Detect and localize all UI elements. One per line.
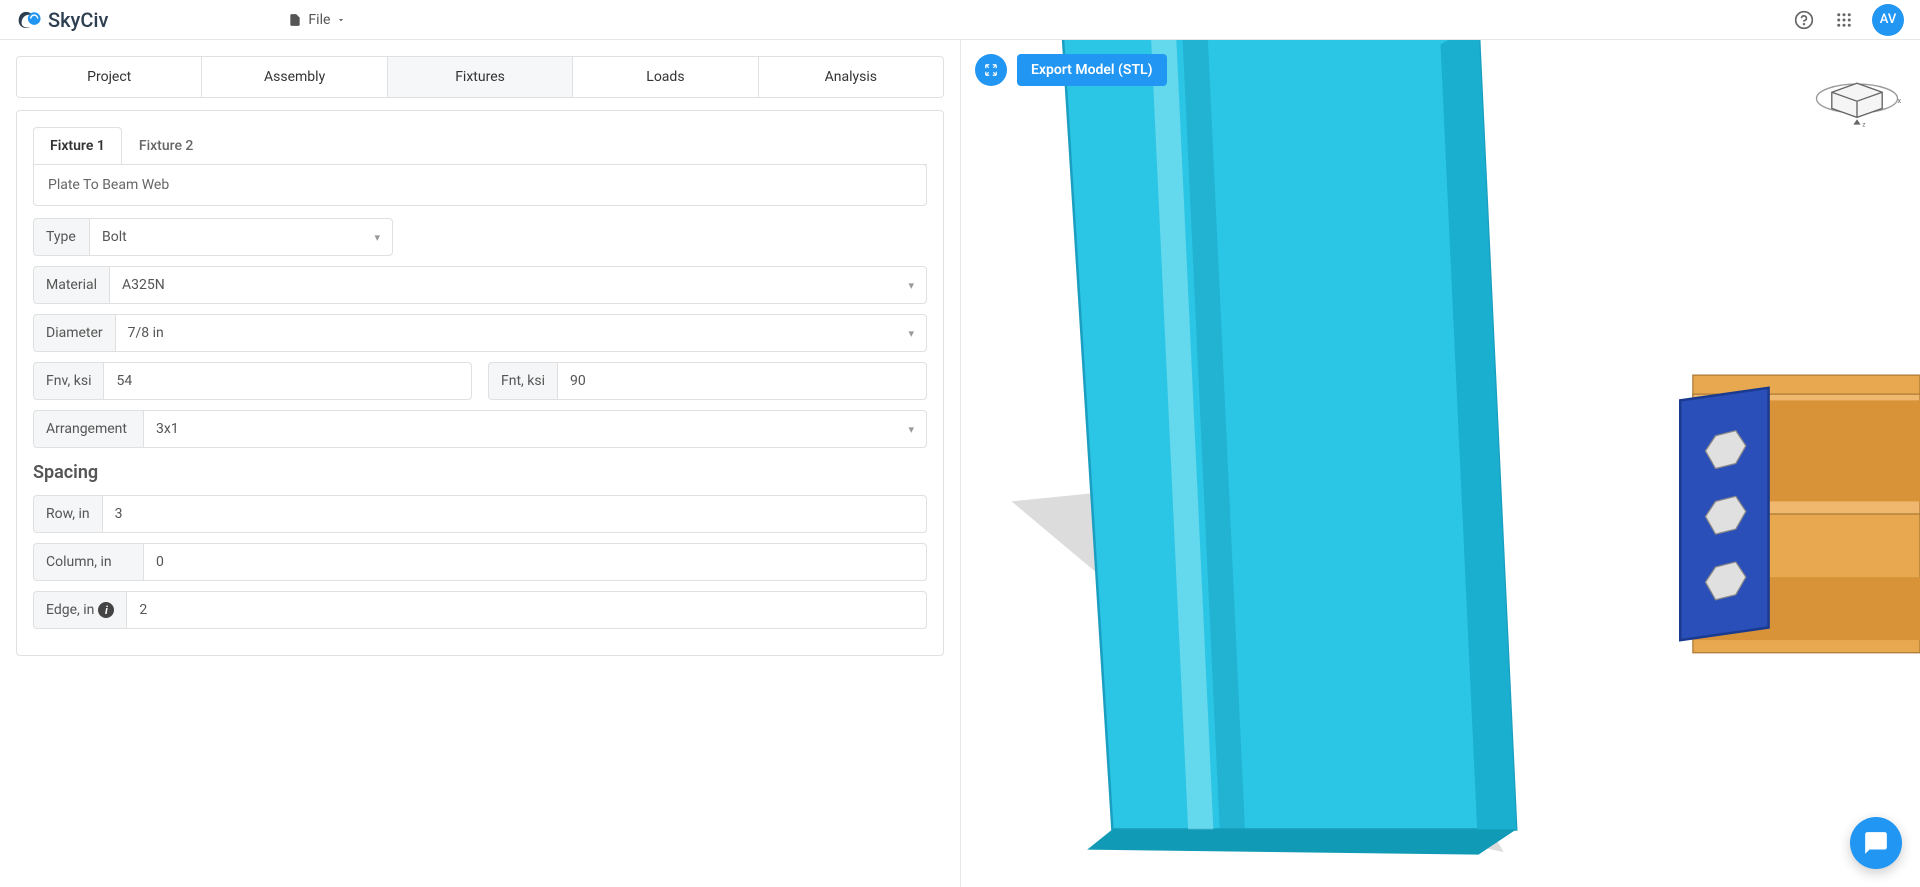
dropdown-type[interactable]: Bolt ▾ <box>89 218 393 256</box>
tab-loads[interactable]: Loads <box>573 57 758 97</box>
label-fnv: Fnv, ksi <box>33 362 103 400</box>
chevron-down-icon: ▾ <box>908 327 914 340</box>
file-icon <box>288 13 302 27</box>
topbar: SkyCiv File AV <box>0 0 1920 40</box>
fixtures-panel: Fixture 1 Fixture 2 Plate To Beam Web Ty… <box>16 110 944 656</box>
label-material: Material <box>33 266 109 304</box>
label-arrangement: Arrangement <box>33 410 143 448</box>
input-row[interactable]: 3 <box>102 495 927 533</box>
spacing-heading: Spacing <box>33 462 927 483</box>
tab-analysis[interactable]: Analysis <box>759 57 943 97</box>
model-render <box>961 40 1920 887</box>
label-diameter: Diameter <box>33 314 115 352</box>
dropdown-diameter[interactable]: 7/8 in ▾ <box>115 314 927 352</box>
field-arrangement: Arrangement 3x1 ▾ <box>33 410 927 448</box>
fullscreen-button[interactable] <box>975 54 1007 86</box>
main-layout: Project Assembly Fixtures Loads Analysis… <box>0 40 1920 887</box>
left-panel: Project Assembly Fixtures Loads Analysis… <box>0 40 960 887</box>
dropdown-material[interactable]: A325N ▾ <box>109 266 927 304</box>
input-column[interactable]: 0 <box>143 543 927 581</box>
compress-icon <box>984 63 998 77</box>
chevron-down-icon: ▾ <box>908 423 914 436</box>
label-fnt: Fnt, ksi <box>488 362 557 400</box>
input-fnv[interactable]: 54 <box>103 362 472 400</box>
field-edge-spacing: Edge, in i 2 <box>33 591 927 629</box>
chevron-down-icon: ▾ <box>908 279 914 292</box>
field-type: Type Bolt ▾ <box>33 218 927 256</box>
dropdown-arrangement[interactable]: 3x1 ▾ <box>143 410 927 448</box>
view-cube[interactable]: x z <box>1812 58 1902 128</box>
input-fnt[interactable]: 90 <box>557 362 927 400</box>
tab-fixtures[interactable]: Fixtures <box>388 57 573 97</box>
apps-button[interactable] <box>1832 8 1856 32</box>
main-tabs: Project Assembly Fixtures Loads Analysis <box>16 56 944 98</box>
field-row-spacing: Row, in 3 <box>33 495 927 533</box>
subtab-fixture-2[interactable]: Fixture 2 <box>122 127 211 164</box>
label-type: Type <box>33 218 89 256</box>
file-menu-label: File <box>308 12 330 28</box>
label-edge: Edge, in i <box>33 591 126 629</box>
info-icon[interactable]: i <box>98 602 114 618</box>
apps-grid-icon <box>1835 11 1853 29</box>
chevron-down-icon <box>336 15 346 25</box>
tab-assembly[interactable]: Assembly <box>202 57 387 97</box>
help-icon <box>1794 10 1814 30</box>
skyciv-logo-icon <box>16 6 44 34</box>
svg-text:x: x <box>1898 96 1902 105</box>
tab-project[interactable]: Project <box>17 57 202 97</box>
field-fnv-fnt: Fnv, ksi 54 Fnt, ksi 90 <box>33 362 927 400</box>
file-menu[interactable]: File <box>288 12 346 28</box>
subtab-fixture-1[interactable]: Fixture 1 <box>33 127 122 164</box>
label-row: Row, in <box>33 495 102 533</box>
input-edge[interactable]: 2 <box>126 591 927 629</box>
brand-logo: SkyCiv <box>16 6 108 34</box>
svg-text:z: z <box>1862 120 1865 128</box>
viewport-3d[interactable]: Export Model (STL) x z <box>960 40 1920 887</box>
chevron-down-icon: ▾ <box>374 231 380 244</box>
avatar-initials: AV <box>1880 12 1896 27</box>
export-model-button[interactable]: Export Model (STL) <box>1017 54 1167 86</box>
field-material: Material A325N ▾ <box>33 266 927 304</box>
field-diameter: Diameter 7/8 in ▾ <box>33 314 927 352</box>
view-cube-icon: x z <box>1812 58 1902 130</box>
chat-icon <box>1863 830 1889 856</box>
label-column: Column, in <box>33 543 143 581</box>
field-column-spacing: Column, in 0 <box>33 543 927 581</box>
topbar-right: AV <box>1792 4 1904 36</box>
brand-text: SkyCiv <box>48 8 108 32</box>
fixture-subtabs: Fixture 1 Fixture 2 <box>33 127 927 165</box>
fixture-title: Plate To Beam Web <box>33 164 927 206</box>
help-button[interactable] <box>1792 8 1816 32</box>
viewport-controls: Export Model (STL) <box>975 54 1167 86</box>
chat-button[interactable] <box>1850 817 1902 869</box>
user-avatar[interactable]: AV <box>1872 4 1904 36</box>
